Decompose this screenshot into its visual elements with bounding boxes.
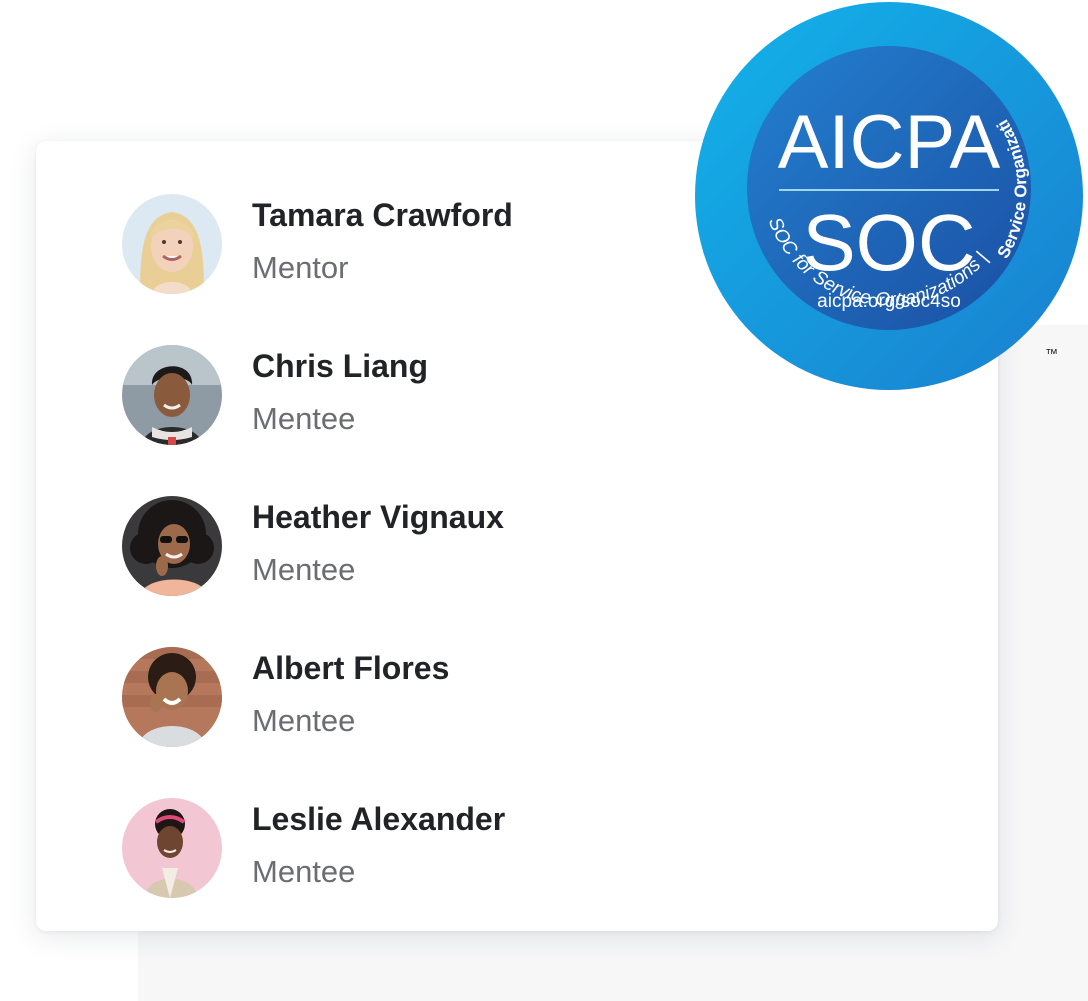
person-name: Heather Vignaux [252,499,504,535]
page: Tamara Crawford Mentor Chris Liang Mente… [0,0,1088,1001]
list-item[interactable]: Albert Flores Mentee [122,647,722,747]
avatar [122,496,222,596]
person-role: Mentee [252,703,356,738]
person-name: Leslie Alexander [252,801,506,837]
avatar [122,194,222,294]
list-item[interactable]: Heather Vignaux Mentee [122,496,722,596]
person-role: Mentee [252,552,356,587]
avatar [122,345,222,445]
list-item[interactable]: Leslie Alexander Mentee [122,798,722,898]
svg-text:AICPA: AICPA [778,100,1001,185]
person-role: Mentor [252,250,349,285]
avatar [122,647,222,747]
aicpa-soc-badge: AICPA SOC aicpa.org/soc4so SOC for Servi… [688,0,1085,392]
list-item[interactable]: Tamara Crawford Mentor [122,194,722,294]
person-name: Albert Flores [252,650,450,686]
list-item[interactable]: Chris Liang Mentee [122,345,722,445]
person-name: Chris Liang [252,348,429,384]
person-role: Mentee [252,854,356,889]
person-name: Tamara Crawford [252,197,513,233]
person-role: Mentee [252,401,356,436]
trademark-symbol: ™ [1045,346,1058,361]
avatar [122,798,222,898]
